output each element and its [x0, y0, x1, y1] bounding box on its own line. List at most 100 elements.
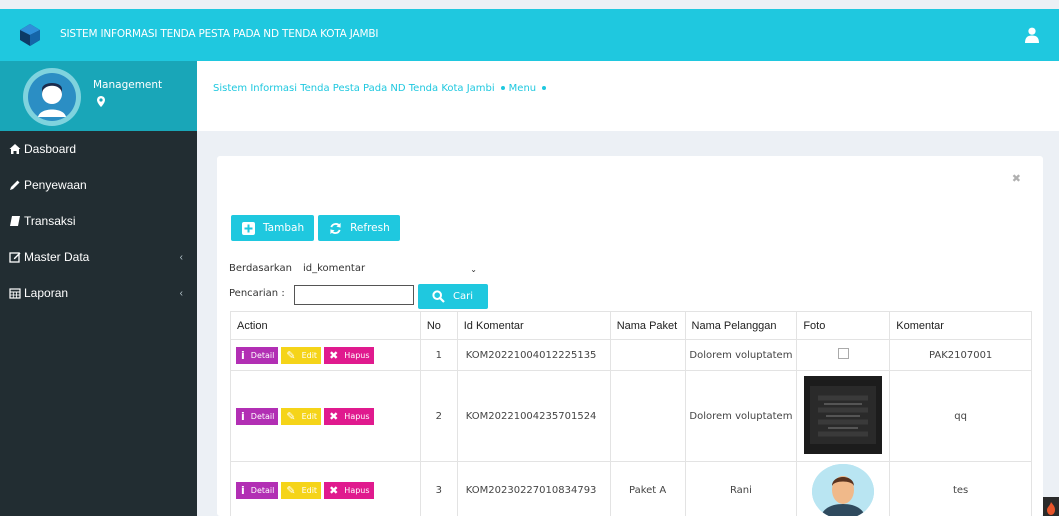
sidebar-item-label: Laporan	[24, 286, 69, 300]
sidebar: Management Dasboard Penyewaan Transaksi …	[0, 61, 197, 516]
chevron-left-icon: ‹	[179, 252, 183, 263]
table-header-row: Action No Id Komentar Nama Paket Nama Pe…	[230, 311, 1032, 340]
cell-foto	[796, 461, 891, 516]
sidebar-item-penyewaan[interactable]: Penyewaan	[0, 167, 197, 203]
delete-button[interactable]: ✖ Hapus	[324, 407, 374, 425]
edit-button[interactable]: ✎ Edit	[281, 407, 322, 425]
refresh-button[interactable]: Refresh	[318, 215, 400, 241]
chevron-left-icon: ‹	[179, 288, 183, 299]
search-input[interactable]	[294, 285, 414, 305]
map-marker-icon	[97, 96, 105, 107]
edit-button[interactable]: ✎ Edit	[281, 346, 322, 364]
image-placeholder-icon	[837, 348, 849, 359]
detail-label: Detail	[250, 350, 275, 360]
info-icon: i	[241, 348, 245, 362]
avatar[interactable]	[22, 67, 82, 127]
user-icon[interactable]	[1025, 27, 1039, 43]
flame-icon[interactable]	[1043, 497, 1059, 516]
komentar-table: Action No Id Komentar Nama Paket Nama Pe…	[230, 311, 1032, 516]
person-avatar-photo[interactable]	[812, 464, 875, 516]
sidebar-item-label: Penyewaan	[24, 178, 87, 192]
close-icon: ✖	[329, 484, 339, 497]
filter-selected-value: id_komentar	[303, 263, 366, 274]
delete-label: Hapus	[344, 411, 370, 421]
edit-icon: ✎	[286, 409, 296, 423]
breadcrumb: Sistem Informasi Tenda Pesta Pada ND Ten…	[213, 83, 550, 94]
cell-foto	[796, 339, 891, 371]
column-header-action[interactable]: Action	[230, 311, 421, 340]
cell-komentar: tes	[889, 461, 1032, 516]
column-header-id-komentar[interactable]: Id Komentar	[456, 311, 611, 340]
close-icon[interactable]: ✖	[1012, 172, 1021, 185]
column-header-komentar[interactable]: Komentar	[889, 311, 1032, 340]
refresh-button-label: Refresh	[350, 222, 390, 234]
edit-label: Edit	[301, 350, 318, 360]
column-header-no[interactable]: No	[419, 311, 458, 340]
app-logo-icon[interactable]	[18, 23, 42, 47]
action-cell: i Detail ✎ Edit ✖ Hapus	[230, 339, 421, 371]
delete-button[interactable]: ✖ Hapus	[324, 482, 374, 499]
detail-label: Detail	[250, 486, 275, 495]
table-row: i Detail ✎ Edit ✖ Hapus 2 KOM20221004235701…	[230, 370, 1032, 462]
cell-komentar: PAK2107001	[889, 339, 1032, 371]
edit-label: Edit	[301, 411, 318, 421]
sidebar-menu: Dasboard Penyewaan Transaksi Master Data…	[0, 131, 197, 311]
detail-button[interactable]: i Detail	[236, 346, 279, 364]
cell-nama-paket: Paket A	[609, 461, 686, 516]
detail-label: Detail	[250, 411, 275, 421]
table-row: i Detail ✎ Edit ✖ Hapus 1 KOM20221004012225…	[230, 339, 1032, 371]
sidebar-item-transaksi[interactable]: Transaksi	[0, 203, 197, 239]
sidebar-item-label: Master Data	[24, 250, 90, 264]
cell-id-komentar: KOM20221004012225135	[456, 339, 611, 371]
delete-button[interactable]: ✖ Hapus	[324, 346, 374, 364]
cell-nama-pelanggan: Rani	[684, 461, 798, 516]
toolbar: Tambah Refresh	[231, 215, 400, 241]
photo-thumbnail[interactable]	[804, 375, 883, 454]
delete-label: Hapus	[344, 486, 370, 495]
calendar-icon	[9, 288, 21, 299]
action-cell: i Detail ✎ Edit ✖ Hapus	[230, 370, 421, 462]
cell-nama-pelanggan: Dolorem voluptatem	[684, 339, 798, 371]
close-icon: ✖	[329, 348, 339, 362]
breadcrumb-separator	[500, 85, 505, 90]
delete-label: Hapus	[344, 350, 370, 360]
filter-select[interactable]: id_komentar ⌄	[293, 259, 481, 279]
book-icon	[10, 216, 20, 226]
column-header-nama-pelanggan[interactable]: Nama Pelanggan	[684, 311, 798, 340]
breadcrumb-item-home[interactable]: Sistem Informasi Tenda Pesta Pada ND Ten…	[213, 83, 495, 94]
sidebar-item-master-data[interactable]: Master Data ‹	[0, 239, 197, 275]
column-header-nama-paket[interactable]: Nama Paket	[609, 311, 686, 340]
edit-icon: ✎	[286, 348, 296, 362]
cell-nama-paket	[609, 339, 686, 371]
cell-id-komentar: KOM20221004235701524	[456, 370, 611, 462]
cell-no: 2	[419, 370, 458, 462]
edit-icon	[9, 252, 21, 263]
breadcrumb-item-menu[interactable]: Menu	[509, 83, 536, 94]
info-icon: i	[241, 484, 245, 497]
top-navbar: SISTEM INFORMASI TENDA PESTA PADA ND TEN…	[0, 9, 1059, 61]
detail-button[interactable]: i Detail	[236, 482, 279, 499]
search-button[interactable]: Cari	[418, 284, 488, 309]
add-button[interactable]: Tambah	[231, 215, 315, 241]
add-button-label: Tambah	[263, 222, 305, 234]
plus-square-icon	[242, 221, 255, 235]
action-cell: i Detail ✎ Edit ✖ Hapus	[230, 461, 421, 516]
app-title: SISTEM INFORMASI TENDA PESTA PADA ND TEN…	[60, 28, 379, 40]
cell-no: 1	[419, 339, 458, 371]
edit-icon: ✎	[286, 484, 296, 497]
filter-label: Berdasarkan:	[229, 263, 296, 274]
detail-button[interactable]: i Detail	[236, 407, 279, 425]
column-header-foto[interactable]: Foto	[796, 311, 891, 340]
cell-no: 3	[419, 461, 458, 516]
refresh-icon	[330, 222, 341, 234]
cell-nama-pelanggan: Dolorem voluptatem	[684, 370, 798, 462]
search-button-label: Cari	[453, 291, 473, 302]
pencil-icon	[10, 180, 20, 190]
sidebar-item-laporan[interactable]: Laporan ‹	[0, 275, 197, 311]
cell-id-komentar: KOM20230227010834793	[456, 461, 611, 516]
close-icon: ✖	[329, 409, 339, 423]
edit-button[interactable]: ✎ Edit	[281, 482, 322, 499]
table-row: i Detail ✎ Edit ✖ Hapus 3 KOM20230227010834…	[230, 461, 1032, 516]
sidebar-item-dasboard[interactable]: Dasboard	[0, 131, 197, 167]
sidebar-item-label: Transaksi	[24, 214, 76, 228]
